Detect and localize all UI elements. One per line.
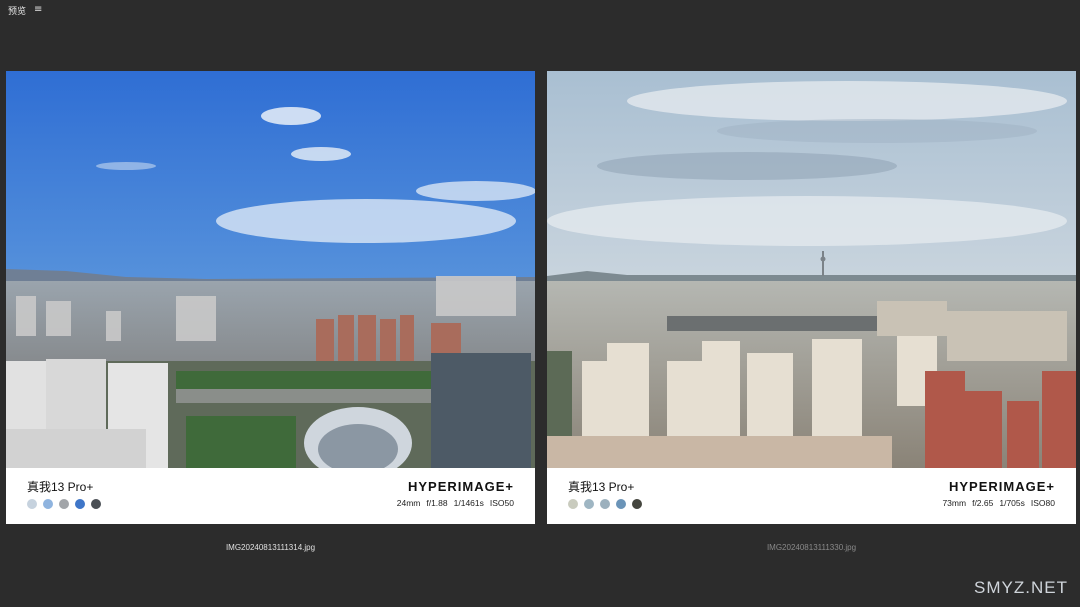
shutter-speed: 1/1461s: [453, 498, 484, 508]
palette-swatch: [600, 499, 610, 509]
aperture: f/2.65: [972, 498, 994, 508]
photo-footer: 真我13 Pro+ HYPERIMAGE+ 24mm f/1.88 1/1461…: [6, 468, 535, 524]
camera-model: 真我13 Pro+: [27, 480, 94, 494]
brand-logo: HYPERIMAGE+: [949, 479, 1055, 494]
brand-logo: HYPERIMAGE+: [408, 479, 514, 494]
exif-specs: 73mm f/2.65 1/705s ISO80: [942, 498, 1055, 508]
filename-1[interactable]: IMG20240813111314.jpg: [6, 543, 535, 552]
app-toolbar: 预览 ≡: [8, 3, 42, 17]
color-palette: [568, 499, 642, 509]
photo-footer: 真我13 Pro+ HYPERIMAGE+ 73mm f/2.65 1/705s…: [547, 468, 1076, 524]
palette-swatch: [27, 499, 37, 509]
aperture: f/1.88: [426, 498, 448, 508]
iso: ISO50: [489, 498, 514, 508]
palette-swatch: [632, 499, 642, 509]
hamburger-menu-icon[interactable]: ≡: [34, 5, 42, 15]
palette-swatch: [91, 499, 101, 509]
camera-model: 真我13 Pro+: [568, 480, 635, 494]
color-palette: [27, 499, 101, 509]
palette-swatch: [59, 499, 69, 509]
focal-length: 73mm: [942, 498, 967, 508]
palette-swatch: [568, 499, 578, 509]
photo-blue-sky-city[interactable]: [6, 71, 535, 468]
filename-2[interactable]: IMG20240813111330.jpg: [547, 543, 1076, 552]
focal-length: 24mm: [396, 498, 421, 508]
shutter-speed: 1/705s: [999, 498, 1025, 508]
iso: ISO80: [1030, 498, 1055, 508]
photo-cloudy-city[interactable]: [547, 71, 1076, 468]
app-title: 预览: [8, 6, 27, 17]
image-card-2[interactable]: 真我13 Pro+ HYPERIMAGE+ 73mm f/2.65 1/705s…: [547, 71, 1076, 524]
palette-swatch: [616, 499, 626, 509]
palette-swatch: [43, 499, 53, 509]
palette-swatch: [75, 499, 85, 509]
palette-swatch: [584, 499, 594, 509]
exif-specs: 24mm f/1.88 1/1461s ISO50: [397, 498, 514, 508]
image-card-1[interactable]: 真我13 Pro+ HYPERIMAGE+ 24mm f/1.88 1/1461…: [6, 71, 535, 524]
site-watermark: SMYZ.NET: [974, 578, 1068, 597]
